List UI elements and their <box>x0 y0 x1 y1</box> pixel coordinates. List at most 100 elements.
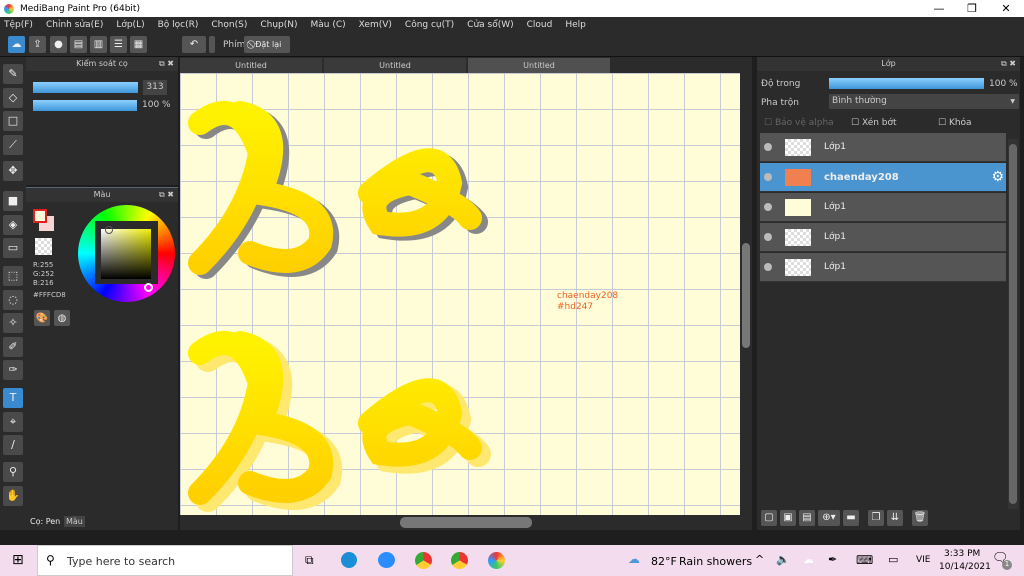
move-tool-icon[interactable]: ✥ <box>3 161 23 181</box>
clock-date[interactable]: 10/14/2021 <box>939 562 991 572</box>
transparent-color-swatch[interactable] <box>35 238 52 255</box>
menu-cloud[interactable]: Cloud <box>527 20 553 30</box>
volume-icon[interactable]: 🔈 <box>776 553 790 566</box>
gear-icon[interactable]: ⚙ <box>991 169 1004 185</box>
search-box[interactable]: ⚲ Type here to search <box>37 545 293 576</box>
pen-icon[interactable]: ✒ <box>828 553 837 566</box>
add-layer-menu-icon[interactable]: ⊕▾ <box>818 510 840 526</box>
tab-color[interactable]: Màu <box>64 516 85 527</box>
trash-icon[interactable]: 🗑 <box>912 510 928 526</box>
menu-select[interactable]: Chọn(S) <box>211 20 247 30</box>
cloud-icon[interactable]: ☁ <box>8 36 25 53</box>
palette-icon[interactable]: 🎨 <box>34 310 50 326</box>
menu-color[interactable]: Màu (C) <box>311 20 346 30</box>
comment-icon[interactable]: ● <box>50 36 67 53</box>
lasso-tool-icon[interactable]: ◌ <box>3 290 23 310</box>
brush-tool-icon[interactable]: ✎ <box>3 64 23 84</box>
list-icon[interactable]: ☰ <box>110 36 127 53</box>
message-icon[interactable]: ▤ <box>70 36 87 53</box>
layer-item[interactable]: Lớp1 <box>760 133 1006 162</box>
layer-opacity-slider[interactable] <box>829 78 984 89</box>
tab-brush[interactable]: Cọ: Pen <box>28 516 62 527</box>
layer-item-selected[interactable]: chaenday208 ⚙ <box>760 163 1006 192</box>
keyboard-icon[interactable]: ⌨ <box>856 553 873 567</box>
fill-rect-tool-icon[interactable]: ■ <box>3 191 23 211</box>
maximize-button[interactable]: ❐ <box>955 0 989 17</box>
weather-desc[interactable]: Rain showers <box>679 555 752 568</box>
undo-button[interactable]: ↶ <box>182 36 206 53</box>
drawing-canvas[interactable]: chaenday208 #hd247 <box>180 73 740 515</box>
layer-scrollbar[interactable] <box>1008 139 1018 509</box>
minimize-button[interactable]: — <box>922 0 956 17</box>
eyedropper-icon[interactable]: ⚲ <box>3 462 23 482</box>
layer-item[interactable]: Lớp1 <box>760 223 1006 252</box>
menu-file[interactable]: Tệp(F) <box>4 20 33 30</box>
hand-tool-icon[interactable]: ✋ <box>3 486 23 506</box>
weather-temp[interactable]: 82°F <box>651 555 677 568</box>
lock-checkbox[interactable]: ☐ Khóa <box>938 118 972 128</box>
document-icon[interactable]: ▥ <box>90 36 107 53</box>
new-8bit-layer-icon[interactable]: ▣ <box>780 510 796 526</box>
grid-icon[interactable]: ▦ <box>130 36 147 53</box>
menu-layer[interactable]: Lớp(L) <box>116 20 144 30</box>
eraser-tool-icon[interactable]: ◇ <box>3 88 23 108</box>
new-layer-icon[interactable]: ▢ <box>761 510 777 526</box>
new-1bit-layer-icon[interactable]: ▤ <box>799 510 815 526</box>
close-button[interactable]: ✕ <box>989 0 1023 17</box>
blend-mode-select[interactable]: Bình thường ▼ <box>829 94 1019 109</box>
select-tool-icon[interactable]: ⬚ <box>3 266 23 286</box>
folder-icon[interactable]: ▬ <box>843 510 859 526</box>
foreground-color-swatch[interactable] <box>33 209 47 223</box>
panel-close-icon[interactable]: ⧉ ✖ <box>159 188 174 202</box>
menu-filter[interactable]: Bộ lọc(R) <box>158 20 199 30</box>
panel-close-icon[interactable]: ⧉ ✖ <box>159 57 174 71</box>
menu-tools[interactable]: Công cụ(T) <box>405 20 454 30</box>
brush-size-slider[interactable] <box>33 82 138 93</box>
canvas-tab-active[interactable]: Untitled <box>468 58 610 73</box>
sv-picker-handle[interactable] <box>105 226 113 234</box>
toolbar-handle[interactable] <box>209 36 215 53</box>
share-icon[interactable]: ⇪ <box>29 36 46 53</box>
protect-alpha-checkbox[interactable]: ☐ Bảo vệ alpha <box>764 118 834 128</box>
menu-window[interactable]: Cửa sổ(W) <box>467 20 513 30</box>
line-tool-icon[interactable]: ⟋ <box>3 135 23 155</box>
language-indicator[interactable]: VIE <box>916 555 931 565</box>
task-view-icon[interactable]: ⧉ <box>305 553 314 568</box>
clip-checkbox[interactable]: ☐ Xén bớt <box>851 118 897 128</box>
canvas-tab[interactable]: Untitled <box>180 58 322 73</box>
visibility-icon[interactable] <box>764 263 772 271</box>
menu-snap[interactable]: Chụp(N) <box>260 20 297 30</box>
operation-tool-icon[interactable]: ⌖ <box>3 412 23 432</box>
palette-settings-icon[interactable]: ◍ <box>54 310 70 326</box>
menu-view[interactable]: Xem(V) <box>359 20 392 30</box>
canvas-tab[interactable]: Untitled <box>324 58 466 73</box>
edge-icon[interactable] <box>341 552 357 568</box>
panel-close-icon[interactable]: ⧉ ✖ <box>1001 57 1016 71</box>
saturation-value-square[interactable] <box>101 229 151 279</box>
layer-scroll-thumb[interactable] <box>1009 144 1017 504</box>
brush-size-value[interactable]: 313 <box>143 80 167 95</box>
zoom-icon[interactable] <box>378 552 395 568</box>
vertical-scrollbar[interactable] <box>740 73 752 515</box>
canvas-text[interactable]: chaenday208 #hd247 <box>557 291 618 313</box>
select-pen-icon[interactable]: ✐ <box>3 337 23 357</box>
menu-help[interactable]: Help <box>565 20 586 30</box>
gradient-tool-icon[interactable]: ▭ <box>3 238 23 258</box>
magic-wand-icon[interactable]: ✧ <box>3 313 23 333</box>
layer-item[interactable]: Lớp1 <box>760 193 1006 222</box>
clock-time[interactable]: 3:33 PM <box>944 549 980 559</box>
medibang-icon[interactable] <box>488 552 505 569</box>
windows-start-icon[interactable]: ⊞ <box>12 552 24 568</box>
bucket-tool-icon[interactable]: ◈ <box>3 215 23 235</box>
touchpad-icon[interactable]: ▭ <box>888 553 898 566</box>
onedrive-icon[interactable]: ☁ <box>803 553 814 566</box>
reset-button[interactable]: ⃠ Đặt lại <box>244 36 290 53</box>
merge-layer-icon[interactable]: ⇊ <box>887 510 903 526</box>
horizontal-scrollbar[interactable] <box>180 515 752 530</box>
brush-opacity-slider[interactable] <box>33 100 137 111</box>
visibility-icon[interactable] <box>764 143 772 151</box>
chrome-icon[interactable] <box>451 552 468 569</box>
layer-item[interactable]: Lớp1 <box>760 253 1006 282</box>
visibility-icon[interactable] <box>764 173 772 181</box>
select-eraser-icon[interactable]: ✑ <box>3 360 23 380</box>
